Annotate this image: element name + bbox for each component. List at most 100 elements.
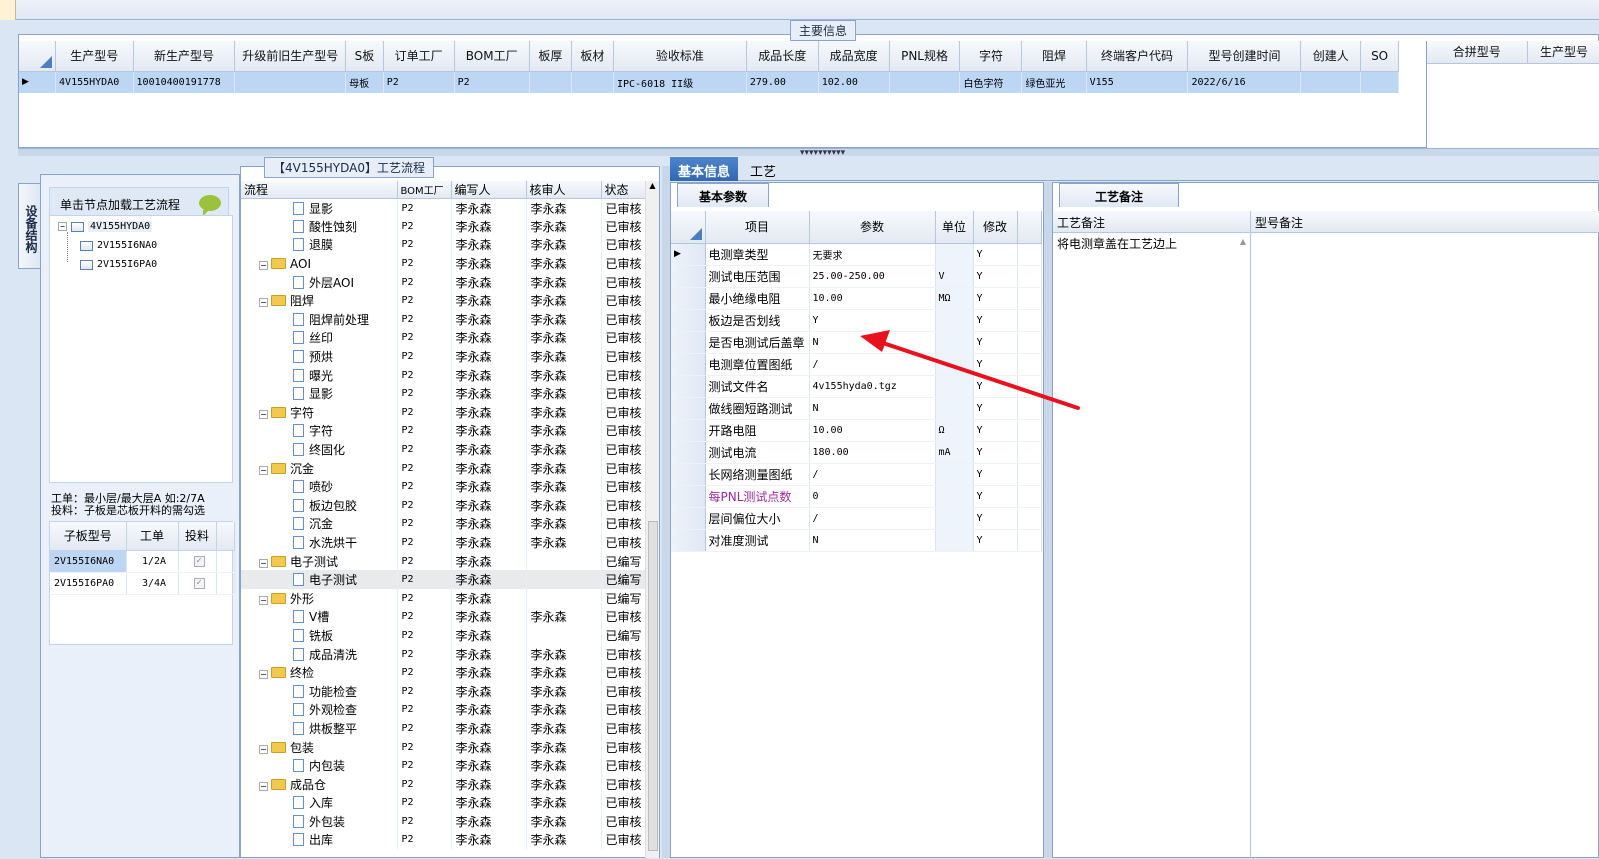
process-row[interactable]: 酸性蚀刻 P2 李永森 李永森 已审核 [241, 217, 648, 236]
process-row[interactable]: 烘板整平 P2 李永森 李永森 已审核 [241, 719, 648, 738]
process-row[interactable]: − 电子测试 P2 李永森 已编写 [241, 551, 648, 571]
process-row[interactable]: 外层AOI P2 李永森 李永森 已审核 [241, 272, 648, 292]
process-column-header-0[interactable]: 流程 [241, 181, 398, 199]
process-row[interactable]: − 外形 P2 李永森 已编写 [241, 588, 648, 608]
param-row[interactable]: 开路电阻 10.00 Ω Y [671, 419, 1042, 442]
param-value-cell[interactable]: N [809, 331, 936, 354]
params-column-header-2[interactable]: 单位 [935, 211, 974, 244]
side-tab-device-structure[interactable]: 设备结构 [18, 183, 40, 269]
process-row[interactable]: 喷砂 P2 李永森 李永森 已审核 [241, 477, 648, 496]
param-edit-cell[interactable]: Y [973, 353, 1018, 376]
process-row[interactable]: 显影 P2 李永森 李永森 已审核 [241, 198, 648, 218]
process-row[interactable]: 阻焊前处理 P2 李永森 李永森 已审核 [241, 310, 648, 329]
column-header-7[interactable]: 板材 [571, 41, 614, 72]
param-value-cell[interactable]: 180.00 [809, 441, 936, 464]
process-row[interactable]: − 阻焊 P2 李永森 李永森 已审核 [241, 291, 648, 311]
process-row[interactable]: − 包装 P2 李永森 李永森 已审核 [241, 737, 648, 757]
collapse-toggle-icon[interactable]: − [259, 744, 268, 754]
process-row[interactable]: V槽 P2 李永森 李永森 已审核 [241, 607, 648, 627]
params-column-header-3[interactable]: 修改 [973, 211, 1018, 244]
param-edit-cell[interactable]: Y [973, 441, 1018, 464]
tree-node-root[interactable]: − 4V155HYDA0 [58, 221, 153, 232]
column-header-production-model[interactable]: 生产型号 [1527, 41, 1599, 64]
param-value-cell[interactable]: N [809, 529, 936, 552]
param-row[interactable]: 测试文件名 4v155hyda0.tgz Y [671, 375, 1042, 398]
params-column-header-1[interactable]: 参数 [809, 211, 936, 244]
process-row[interactable]: 入库 P2 李永森 李永森 已审核 [241, 793, 648, 813]
param-value-cell[interactable]: / [809, 507, 936, 530]
feed-checkbox[interactable]: ✓ [193, 578, 205, 589]
param-row[interactable]: 板边是否划线 Y Y [671, 309, 1042, 332]
collapse-toggle-icon[interactable]: − [259, 298, 268, 308]
param-row[interactable]: 测试电流 180.00 mA Y [671, 441, 1042, 464]
tree-node-child[interactable]: 2V155I6PA0 [80, 259, 157, 270]
process-row[interactable]: 预烘 P2 李永森 李永森 已审核 [241, 347, 648, 366]
param-row[interactable]: 电测章位置图纸 / Y [671, 353, 1042, 376]
param-edit-cell[interactable]: Y [973, 529, 1018, 552]
param-value-cell[interactable]: 10.00 [809, 419, 936, 442]
collapse-toggle-icon[interactable]: − [259, 595, 268, 605]
param-edit-cell[interactable]: Y [973, 463, 1018, 486]
collapse-toggle-icon[interactable]: − [259, 670, 268, 680]
process-row[interactable]: 曝光 P2 李永森 李永森 已审核 [241, 365, 648, 385]
param-value-cell[interactable]: 4v155hyda0.tgz [809, 375, 936, 398]
process-row[interactable]: 内包装 P2 李永森 李永森 已审核 [241, 756, 648, 775]
param-row[interactable]: 对准度测试 N Y [671, 529, 1042, 552]
column-header-0[interactable]: 生产型号 [55, 41, 134, 72]
scroll-up-icon[interactable]: ▲ [1240, 237, 1246, 246]
process-row[interactable]: − 终检 P2 李永森 李永森 已审核 [241, 663, 648, 682]
column-header-11[interactable]: PNL规格 [889, 41, 961, 72]
vertical-splitter[interactable] [1044, 182, 1052, 858]
column-header-15[interactable]: 型号创建时间 [1187, 41, 1302, 72]
param-row[interactable]: ▶ 电测章类型 无要求 Y [671, 243, 1042, 266]
param-row[interactable]: 做线圈短路测试 N Y [671, 397, 1042, 420]
process-row[interactable]: 出库 P2 李永森 李永森 已审核 [241, 830, 648, 850]
param-edit-cell[interactable]: Y [973, 243, 1018, 266]
process-column-header-2[interactable]: 编写人 [451, 181, 527, 199]
param-value-cell[interactable]: / [809, 463, 936, 486]
column-header-3[interactable]: S板 [345, 41, 384, 72]
param-edit-cell[interactable]: Y [973, 265, 1018, 288]
column-header-2[interactable]: 升级前旧生产型号 [234, 41, 347, 72]
param-edit-cell[interactable]: Y [973, 485, 1018, 508]
param-value-cell[interactable]: 无要求 [809, 243, 936, 266]
param-edit-cell[interactable]: Y [973, 507, 1018, 530]
horizontal-splitter[interactable]: ▾▾▾▾▾▾▾▾▾▾ [18, 148, 1599, 158]
collapse-toggle-icon[interactable]: − [259, 465, 268, 475]
param-edit-cell[interactable]: Y [973, 419, 1018, 442]
process-row[interactable]: 外包装 P2 李永森 李永森 已审核 [241, 812, 648, 831]
column-header-13[interactable]: 阻焊 [1021, 41, 1087, 72]
param-edit-cell[interactable]: Y [973, 287, 1018, 310]
process-note-text[interactable]: 将电测章盖在工艺边上 ▲ [1053, 233, 1251, 859]
process-row[interactable]: 功能检查 P2 李永森 李永森 已审核 [241, 681, 648, 701]
column-header-10[interactable]: 成品宽度 [818, 41, 890, 72]
param-value-cell[interactable]: N [809, 397, 936, 420]
process-row[interactable]: − 字符 P2 李永森 李永森 已审核 [241, 403, 648, 422]
scroll-up-icon[interactable]: ▲ [646, 181, 659, 190]
param-edit-cell[interactable]: Y [973, 375, 1018, 398]
column-header-sub-model[interactable]: 子板型号 [50, 522, 127, 551]
param-value-cell[interactable]: 25.00-250.00 [809, 265, 936, 288]
column-header-5[interactable]: BOM工厂 [454, 41, 530, 72]
column-header-17[interactable]: SO [1360, 41, 1399, 72]
param-edit-cell[interactable]: Y [973, 397, 1018, 420]
collapse-toggle-icon[interactable]: − [259, 781, 268, 791]
param-value-cell[interactable]: 0 [809, 485, 936, 508]
process-row[interactable]: 外观检查 P2 李永森 李永森 已审核 [241, 700, 648, 720]
table-row[interactable]: 2V155I6PA0 3/4A ✓ [50, 572, 235, 595]
process-row[interactable]: 沉金 P2 李永森 李永森 已审核 [241, 514, 648, 534]
process-row[interactable]: 铣板 P2 李永森 已编写 [241, 626, 648, 645]
process-row[interactable]: 丝印 P2 李永森 李永森 已审核 [241, 328, 648, 348]
process-row[interactable]: 退膜 P2 李永森 李永森 已审核 [241, 235, 648, 255]
table-row[interactable]: 2V155I6NA0 1/2A ✓ [50, 550, 235, 573]
column-header-16[interactable]: 创建人 [1300, 41, 1362, 72]
collapse-toggle-icon[interactable]: − [259, 260, 268, 270]
params-column-header-0[interactable]: 项目 [705, 211, 810, 244]
column-header-9[interactable]: 成品长度 [746, 41, 819, 72]
process-column-header-3[interactable]: 核审人 [526, 181, 602, 199]
tab-basic-info[interactable]: 基本信息 [670, 157, 739, 181]
process-row[interactable]: − 成品仓 P2 李永森 李永森 已审核 [241, 774, 648, 794]
param-edit-cell[interactable]: Y [973, 309, 1018, 332]
process-column-header-4[interactable]: 状态 [601, 181, 648, 199]
collapse-toggle-icon[interactable]: − [259, 409, 268, 419]
